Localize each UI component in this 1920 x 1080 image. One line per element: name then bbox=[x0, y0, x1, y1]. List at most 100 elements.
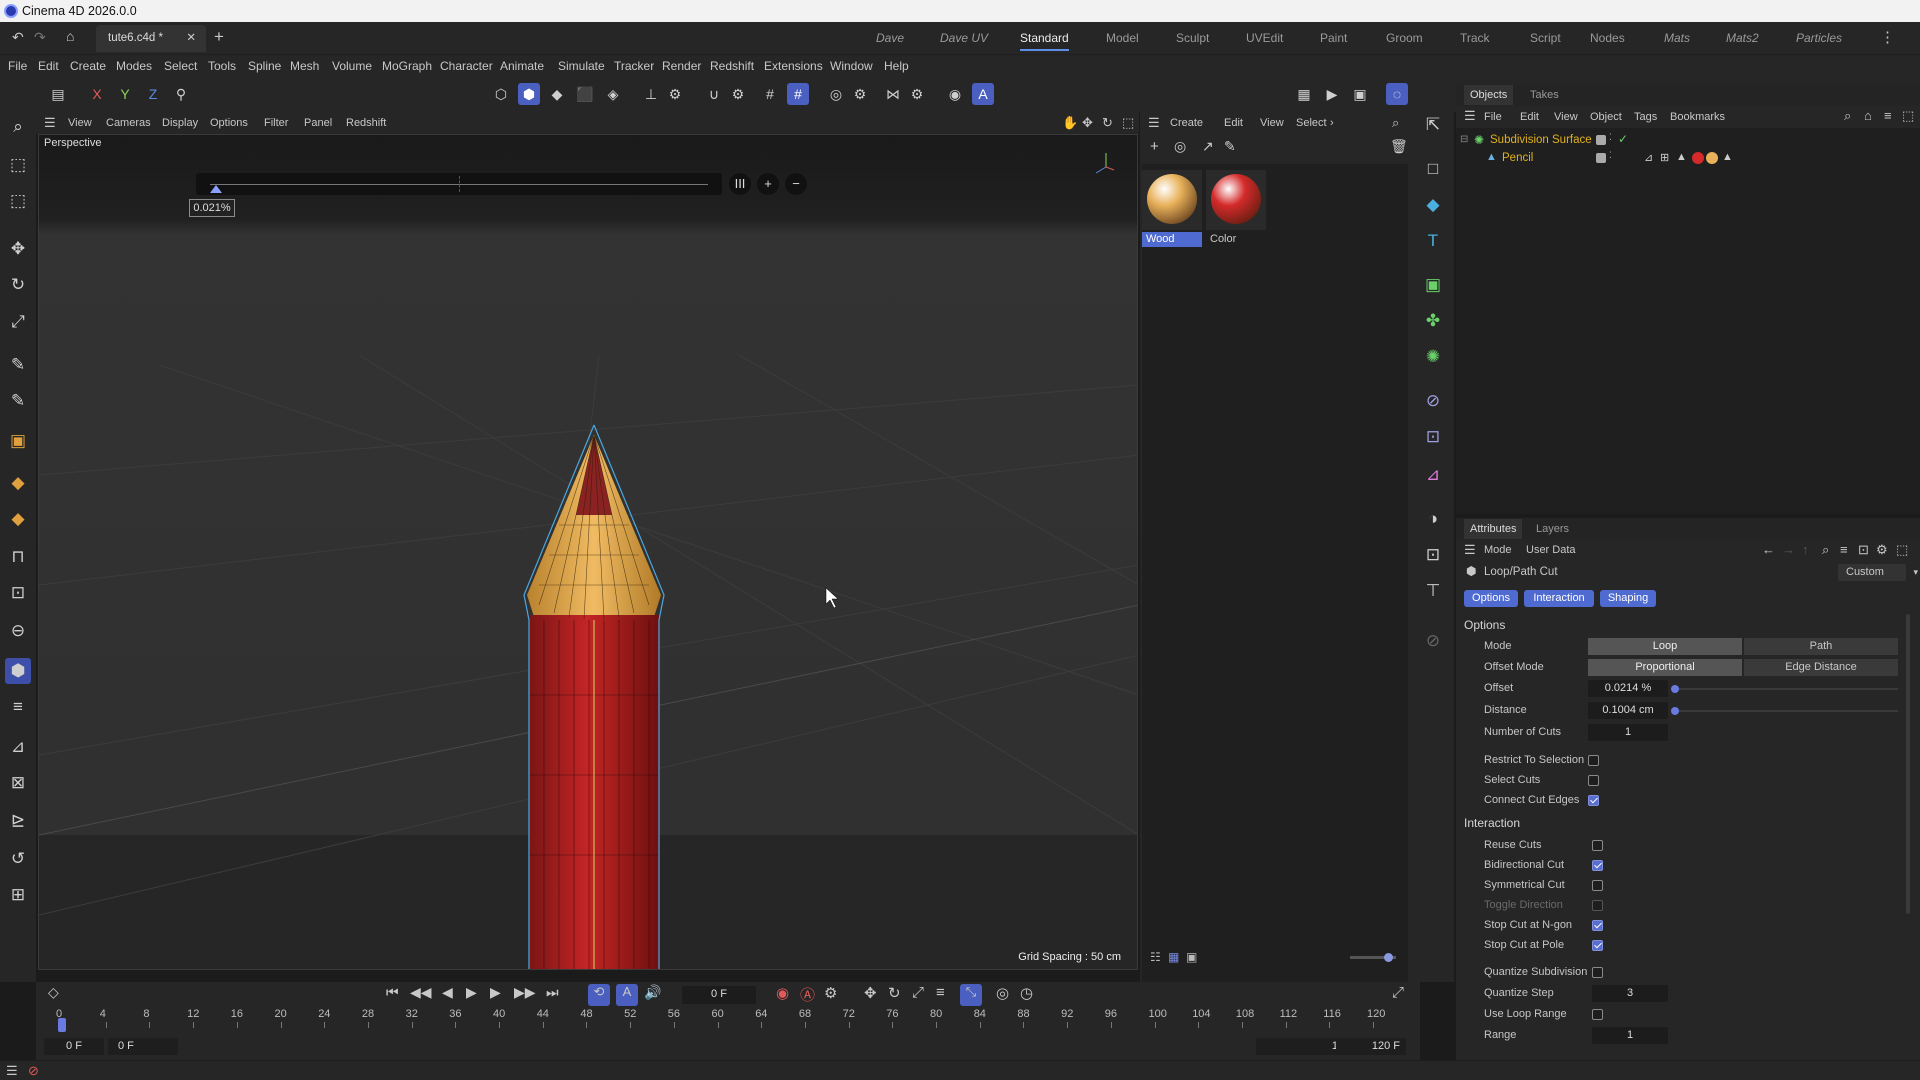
home-icon[interactable]: ⌂ bbox=[1864, 108, 1872, 123]
pen-icon[interactable]: ✎ bbox=[5, 352, 31, 378]
viewport-menu-options[interactable]: Options bbox=[210, 112, 248, 134]
maximize-view-icon[interactable]: ⬚ bbox=[1122, 115, 1134, 131]
axis-z-button[interactable]: Z bbox=[142, 83, 164, 105]
field-icon[interactable]: ⊡ bbox=[1420, 424, 1446, 450]
back-icon[interactable]: ← bbox=[1762, 542, 1775, 557]
material-tag-color[interactable] bbox=[1692, 152, 1704, 164]
magnet-settings-icon[interactable]: ⚙ bbox=[727, 83, 749, 105]
start-frame-field[interactable]: 0 F bbox=[108, 1038, 178, 1055]
menu-mograph[interactable]: MoGraph bbox=[382, 55, 432, 77]
menu-mesh[interactable]: Mesh bbox=[290, 55, 319, 77]
objects-menu-bookmarks[interactable]: Bookmarks bbox=[1670, 106, 1725, 128]
coordinate-system-icon[interactable]: ⚲ bbox=[170, 83, 192, 105]
generator-icon[interactable]: ▣ bbox=[1420, 272, 1446, 298]
redshift-icon[interactable]: ◌ bbox=[1386, 83, 1408, 105]
add-material-icon[interactable]: + bbox=[1150, 138, 1159, 155]
lock-icon[interactable]: ⊡ bbox=[1858, 542, 1869, 558]
material-menu-view[interactable]: View bbox=[1260, 112, 1284, 134]
menu-file[interactable]: File bbox=[8, 55, 27, 77]
material-sphere-icon[interactable]: ◎ bbox=[1174, 138, 1186, 155]
workspace-tab-sculpt[interactable]: Sculpt bbox=[1176, 22, 1209, 54]
menu-animate[interactable]: Animate bbox=[500, 55, 544, 77]
offset-field[interactable]: 0.0214 % bbox=[1588, 680, 1668, 697]
material-tag-wood[interactable] bbox=[1706, 152, 1718, 164]
range-field[interactable]: 1 bbox=[1592, 1027, 1668, 1044]
viewport-menu-display[interactable]: Display bbox=[162, 112, 198, 134]
normal-move-icon[interactable]: ⊠ bbox=[5, 770, 31, 796]
camera-icon[interactable]: ⊡ bbox=[1420, 542, 1446, 568]
workspace-tab-mats[interactable]: Mats bbox=[1664, 22, 1690, 54]
objects-menu-tags[interactable]: Tags bbox=[1634, 106, 1657, 128]
stop-cut-at-pole-checkbox[interactable] bbox=[1592, 940, 1603, 951]
twist-icon[interactable]: ↺ bbox=[5, 846, 31, 872]
quantize-step-field[interactable]: 3 bbox=[1592, 985, 1668, 1002]
magnet-icon[interactable]: ∪ bbox=[703, 83, 725, 105]
live-selection-icon[interactable]: ⬚ bbox=[5, 152, 31, 178]
menu-spline[interactable]: Spline bbox=[248, 55, 281, 77]
axis-x-button[interactable]: X bbox=[86, 83, 108, 105]
delete-icon[interactable]: 🗑 bbox=[1390, 138, 1408, 155]
box-selection-icon[interactable]: ⬚ bbox=[5, 188, 31, 214]
menu-help[interactable]: Help bbox=[884, 55, 909, 77]
subtab-interaction[interactable]: Interaction bbox=[1524, 590, 1594, 607]
objects-menu-object[interactable]: Object bbox=[1590, 106, 1622, 128]
auto-key-icon[interactable]: A bbox=[972, 83, 994, 105]
material-menu-edit[interactable]: Edit bbox=[1224, 112, 1243, 134]
effector-icon[interactable]: ✺ bbox=[1420, 344, 1446, 370]
selection-tag-icon[interactable]: ▲ bbox=[1722, 151, 1733, 163]
selection-tag-icon[interactable]: ⊞ bbox=[1660, 151, 1669, 164]
bridge-icon[interactable]: ⊓ bbox=[5, 544, 31, 570]
hamburger-icon[interactable]: ☰ bbox=[44, 115, 56, 131]
grid-view-icon[interactable]: ▦ bbox=[1168, 950, 1179, 964]
axis-settings-icon[interactable]: ⚙ bbox=[664, 83, 686, 105]
document-tab[interactable]: tute6.c4d * ✕ bbox=[96, 25, 206, 52]
number-of-cuts-field[interactable]: 1 bbox=[1588, 724, 1668, 741]
scale-icon[interactable]: ⤢ bbox=[5, 309, 31, 335]
cube-icon[interactable]: ◆ bbox=[5, 470, 31, 496]
offset-slider[interactable] bbox=[1671, 685, 1898, 693]
object-row[interactable]: ▲ Pencil ⁚ ⊿ ⊞ ▲ ▲ bbox=[1456, 150, 1920, 168]
brush-icon[interactable]: ⊖ bbox=[5, 618, 31, 644]
enabled-check-icon[interactable]: ✓ bbox=[1618, 132, 1628, 146]
workspace-tab-uvedit[interactable]: UVEdit bbox=[1246, 22, 1283, 54]
object-row[interactable]: ⊟ ✺ Subdivision Surface ⁚ ✓ bbox=[1456, 132, 1920, 150]
soft-selection-icon[interactable]: ◉ bbox=[944, 83, 966, 105]
search-icon[interactable]: ⌕ bbox=[1392, 115, 1399, 131]
quantize-subdivision-checkbox[interactable] bbox=[1592, 967, 1603, 978]
spline-bridge-icon[interactable]: ⊞ bbox=[5, 882, 31, 908]
mode-menu[interactable]: Mode bbox=[1484, 544, 1512, 556]
home-icon[interactable]: ⌂ bbox=[66, 28, 74, 44]
magnet-tool-icon[interactable]: ⊡ bbox=[5, 580, 31, 606]
objects-menu-file[interactable]: File bbox=[1484, 106, 1502, 128]
extrude-icon[interactable]: ◆ bbox=[5, 506, 31, 532]
workspace-tab-track[interactable]: Track bbox=[1460, 22, 1490, 54]
brush-tool-icon[interactable]: ⊘ bbox=[1420, 628, 1446, 654]
render-picture-icon[interactable]: ▶ bbox=[1321, 83, 1343, 105]
more-icon[interactable]: ⋮ bbox=[1880, 28, 1895, 46]
add-cut-button[interactable]: + bbox=[757, 173, 779, 195]
preview-start-field[interactable]: 0 F bbox=[44, 1038, 104, 1055]
distance-slider[interactable] bbox=[1671, 707, 1898, 715]
subtab-shaping[interactable]: Shaping bbox=[1600, 590, 1656, 607]
menu-volume[interactable]: Volume bbox=[332, 55, 372, 77]
menu-simulate[interactable]: Simulate bbox=[558, 55, 605, 77]
user-data-menu[interactable]: User Data bbox=[1526, 544, 1576, 556]
tab-layers[interactable]: Layers bbox=[1536, 519, 1569, 539]
menu-character[interactable]: Character bbox=[440, 55, 493, 77]
apply-icon[interactable]: ↗ bbox=[1202, 138, 1214, 155]
sketch-icon[interactable]: ✎ bbox=[5, 388, 31, 414]
cube-object-icon[interactable]: ◆ bbox=[1420, 192, 1446, 218]
menu-window[interactable]: Window bbox=[830, 55, 873, 77]
slider-handle[interactable] bbox=[210, 185, 222, 193]
list-view-icon[interactable]: ☷ bbox=[1150, 950, 1161, 964]
rotate-icon[interactable]: ↻ bbox=[5, 272, 31, 298]
up-icon[interactable]: ↑ bbox=[1802, 542, 1809, 557]
move-icon[interactable]: ✥ bbox=[5, 236, 31, 262]
stop-cut-at-ngon-checkbox[interactable] bbox=[1592, 920, 1603, 931]
close-tab-icon[interactable]: ✕ bbox=[186, 25, 196, 52]
render-settings-icon[interactable]: ▣ bbox=[1349, 83, 1371, 105]
preview-end-field[interactable]: 120 F bbox=[1336, 1038, 1406, 1055]
objects-menu-view[interactable]: View bbox=[1554, 106, 1578, 128]
menu-tracker[interactable]: Tracker bbox=[614, 55, 654, 77]
tab-attributes[interactable]: Attributes bbox=[1464, 519, 1523, 539]
